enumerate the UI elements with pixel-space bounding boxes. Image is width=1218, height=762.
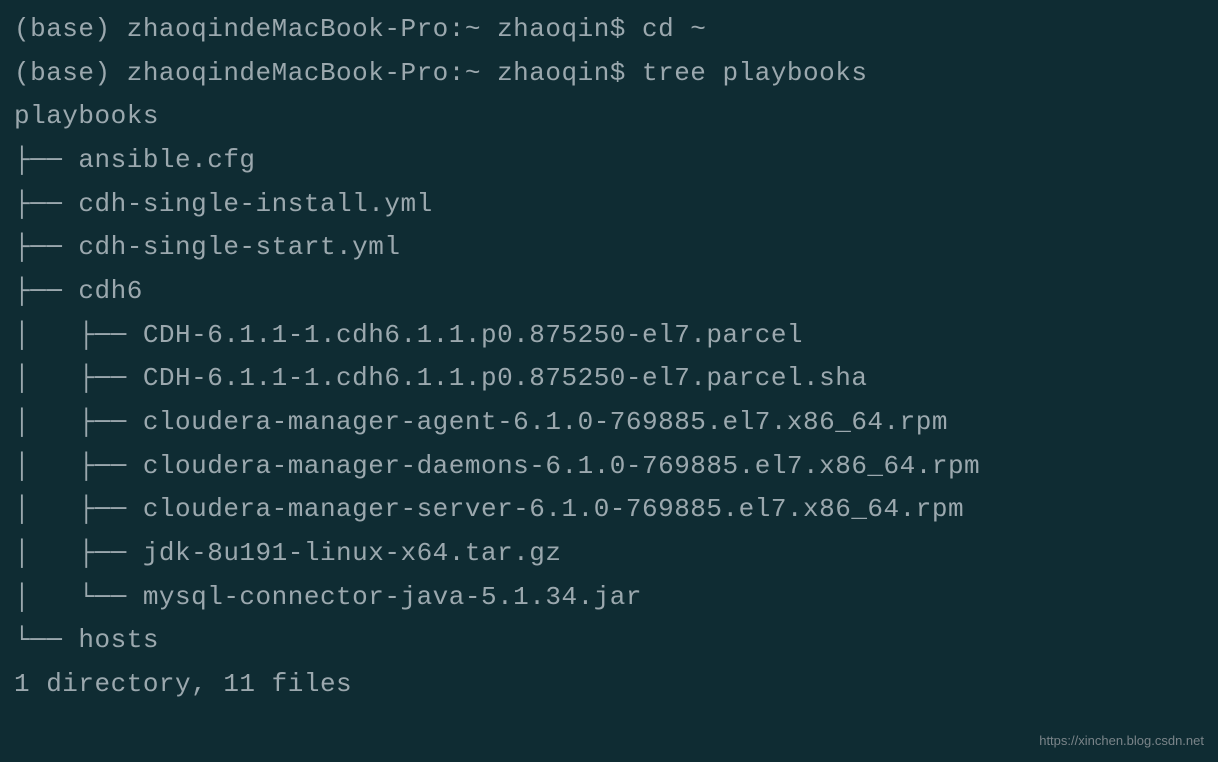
tree-root: playbooks (14, 95, 1218, 139)
tree-summary: 1 directory, 11 files (14, 663, 1218, 707)
terminal-line-prompt-cd: (base) zhaoqindeMacBook-Pro:~ zhaoqin$ c… (14, 8, 1218, 52)
tree-file-ansible-cfg: ├── ansible.cfg (14, 139, 1218, 183)
tree-file-mysql-connector-jar: │ └── mysql-connector-java-5.1.34.jar (14, 576, 1218, 620)
tree-file-cdh-single-start: ├── cdh-single-start.yml (14, 226, 1218, 270)
watermark-text: https://xinchen.blog.csdn.net (1039, 730, 1204, 752)
tree-file-cloudera-daemons-rpm: │ ├── cloudera-manager-daemons-6.1.0-769… (14, 445, 1218, 489)
tree-file-cdh-parcel-sha: │ ├── CDH-6.1.1-1.cdh6.1.1.p0.875250-el7… (14, 357, 1218, 401)
tree-file-cloudera-server-rpm: │ ├── cloudera-manager-server-6.1.0-7698… (14, 488, 1218, 532)
tree-file-cdh-single-install: ├── cdh-single-install.yml (14, 183, 1218, 227)
terminal-line-prompt-tree: (base) zhaoqindeMacBook-Pro:~ zhaoqin$ t… (14, 52, 1218, 96)
tree-file-cloudera-agent-rpm: │ ├── cloudera-manager-agent-6.1.0-76988… (14, 401, 1218, 445)
tree-file-jdk-targz: │ ├── jdk-8u191-linux-x64.tar.gz (14, 532, 1218, 576)
tree-dir-cdh6: ├── cdh6 (14, 270, 1218, 314)
tree-file-hosts: └── hosts (14, 619, 1218, 663)
tree-file-cdh-parcel: │ ├── CDH-6.1.1-1.cdh6.1.1.p0.875250-el7… (14, 314, 1218, 358)
